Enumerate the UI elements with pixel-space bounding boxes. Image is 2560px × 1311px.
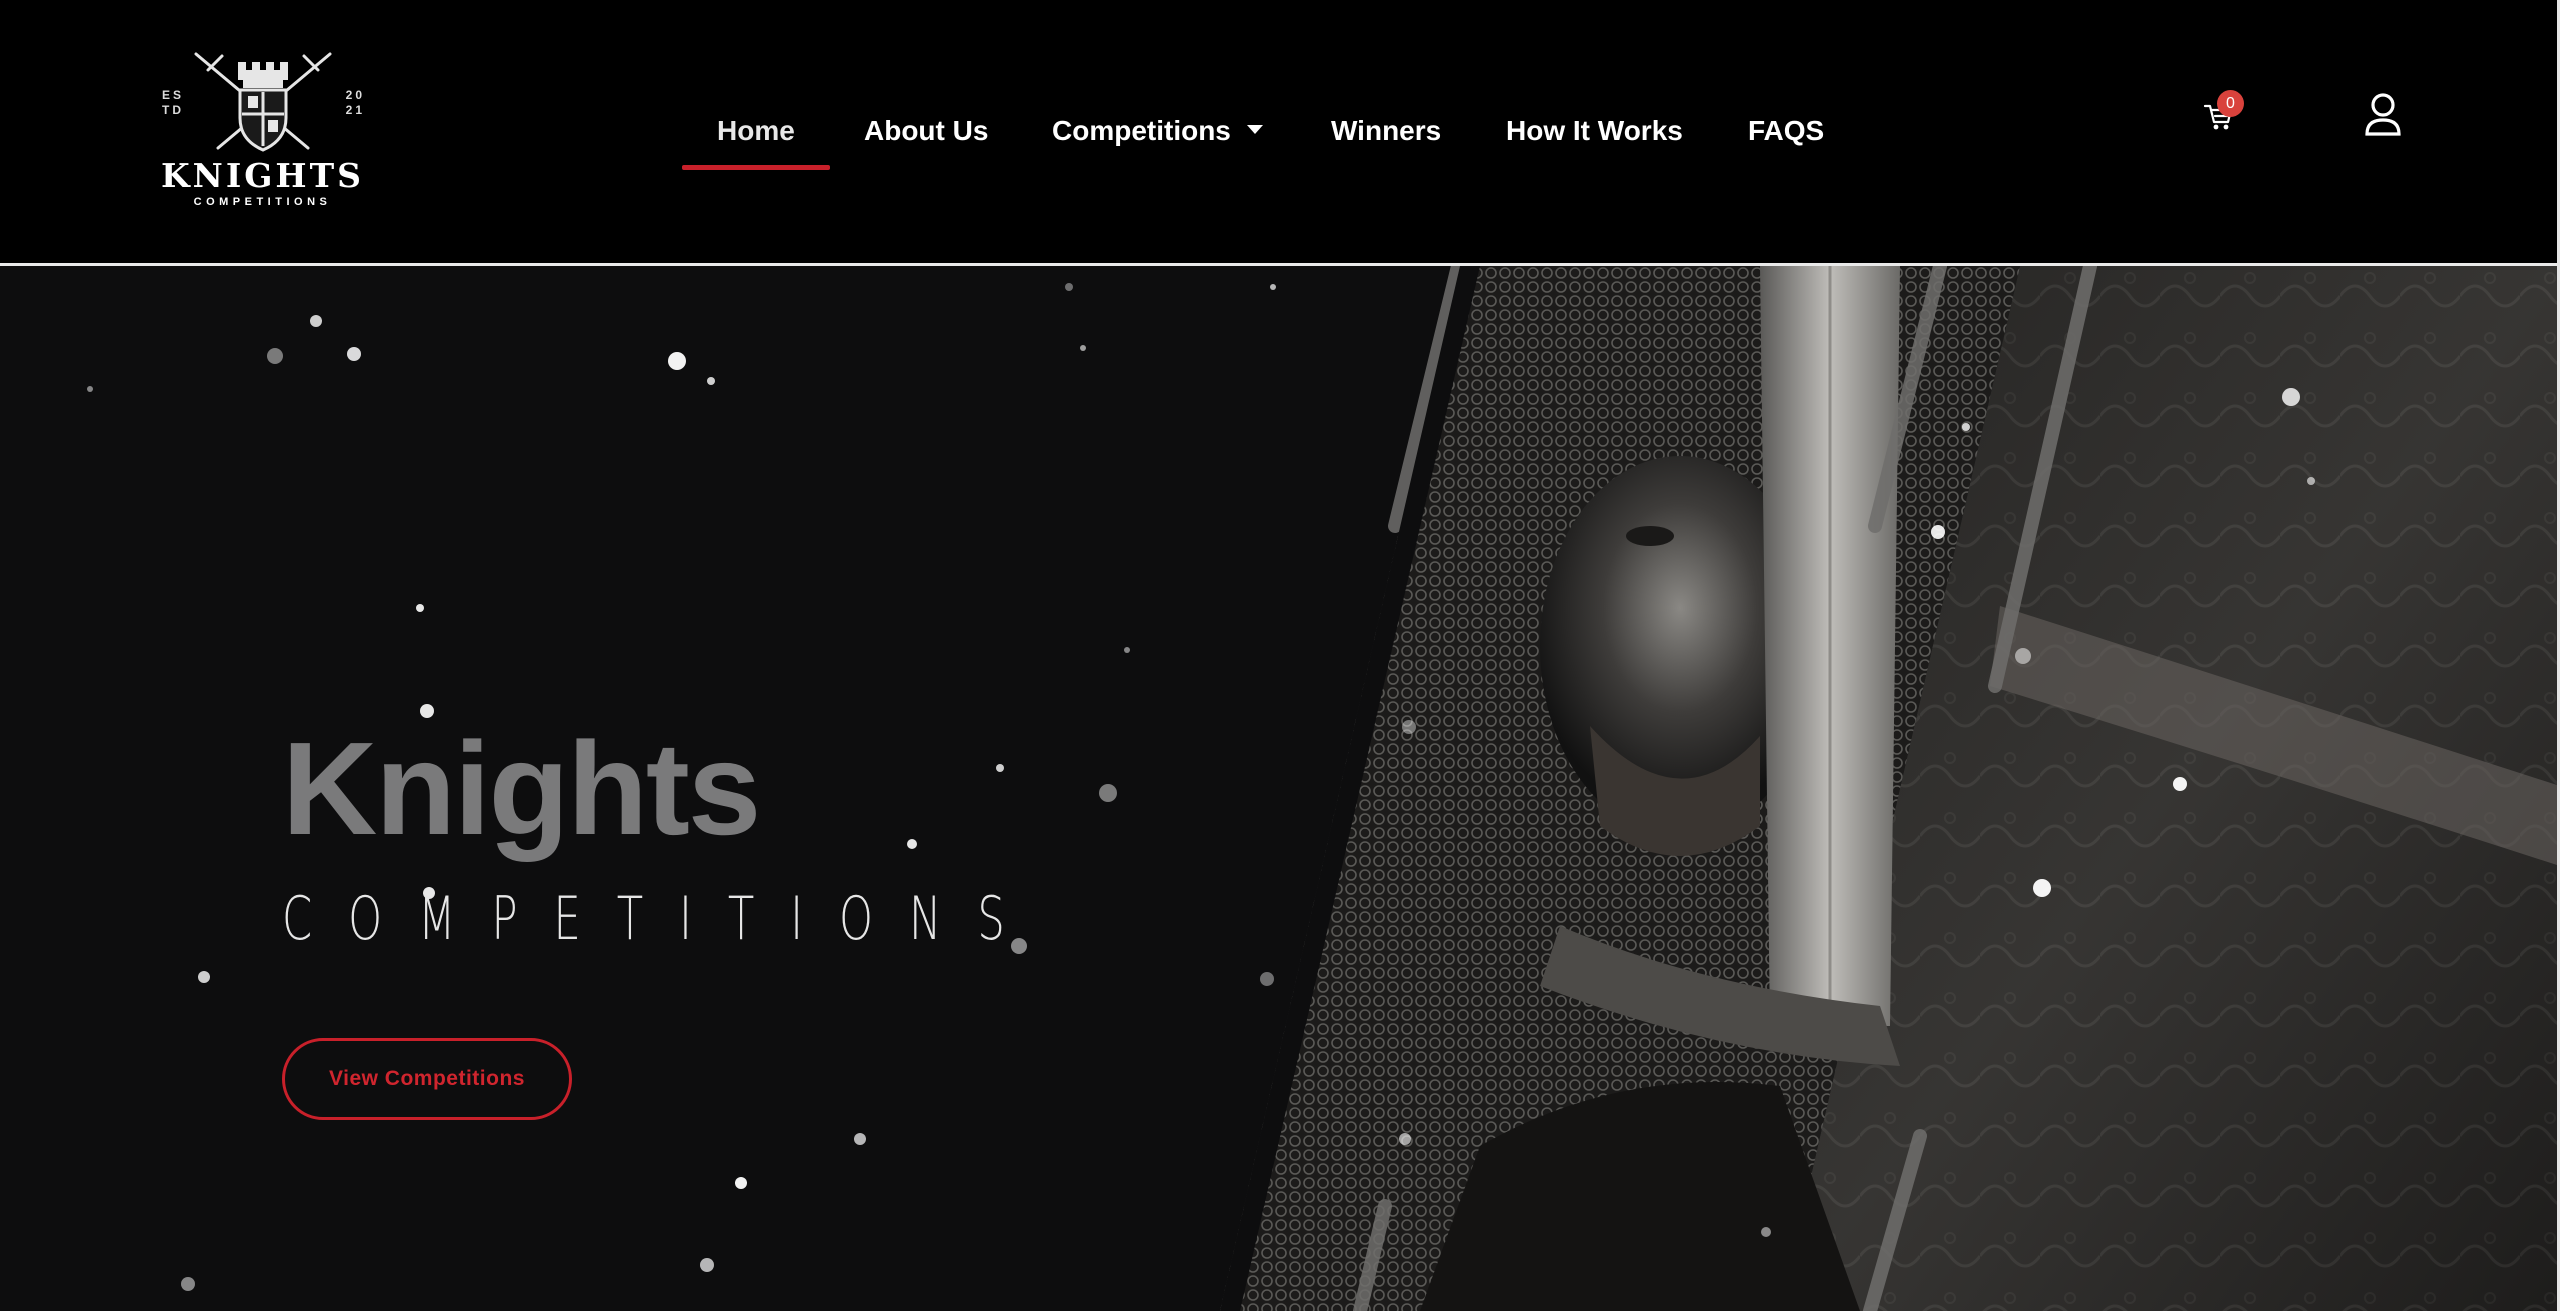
hero-title: Knights (282, 715, 761, 862)
nav-about-us[interactable]: About Us (864, 108, 988, 154)
nav-home[interactable]: Home (717, 108, 795, 154)
knights-logo[interactable]: ES TD 20 21 KNIGHTS COMPETITIONS (160, 48, 365, 213)
nav-competitions-label: Competitions (1052, 115, 1231, 146)
logo-year: 20 21 (345, 88, 365, 117)
cart-count-badge: 0 (2217, 90, 2244, 117)
logo-brand-name: KNIGHTS (160, 156, 365, 195)
hero-subtitle: COMPETITIONS (282, 884, 1041, 954)
user-icon (2365, 93, 2401, 136)
account-button[interactable] (2363, 92, 2403, 138)
crossed-swords-crest-icon (194, 52, 332, 152)
hero-section: Knights COMPETITIONS View Competitions (0, 266, 2560, 1311)
nav-faqs[interactable]: FAQS (1748, 108, 1824, 154)
logo-brand-sub: COMPETITIONS (193, 196, 332, 208)
view-competitions-button[interactable]: View Competitions (282, 1038, 572, 1120)
nav-competitions[interactable]: Competitions (1052, 108, 1263, 154)
chevron-down-icon (1246, 125, 1263, 135)
site-header: ES TD 20 21 KNIGHTS COMPETITIONS Home Ab… (0, 0, 2560, 263)
nav-how-it-works[interactable]: How It Works (1506, 108, 1683, 154)
nav-active-indicator (682, 165, 830, 170)
nav-winners[interactable]: Winners (1331, 108, 1441, 154)
